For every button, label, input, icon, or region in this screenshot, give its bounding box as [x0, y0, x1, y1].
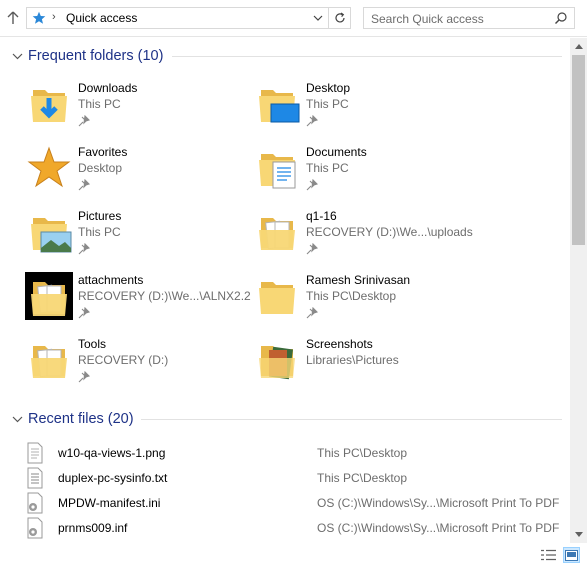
folder-name: q1-16 — [306, 209, 337, 223]
folder-name: Pictures — [78, 209, 122, 223]
frequent-folders-header[interactable]: Frequent folders (10) — [12, 46, 163, 66]
folder-name: Favorites — [78, 145, 128, 159]
recent-files-header[interactable]: Recent files (20) — [12, 409, 134, 429]
collapse-chevron-icon[interactable] — [12, 50, 24, 62]
folder-tile-downloads[interactable]: Downloads This PC — [25, 80, 250, 136]
folder-path: RECOVERY (D:) — [78, 353, 169, 367]
pin-icon — [78, 179, 90, 191]
folder-path: This PC — [306, 161, 349, 175]
downloads-folder-icon — [31, 90, 67, 122]
content-pane: Frequent folders (10) Downloads This PC … — [0, 38, 570, 543]
folder-path: RECOVERY (D:)\We...\ALNX2.2 — [78, 289, 251, 303]
text-file-icon — [27, 467, 43, 489]
pin-icon — [78, 115, 90, 127]
status-bar — [0, 543, 587, 567]
settings-file-icon — [27, 517, 43, 539]
file-name: MPDW-manifest.ini — [58, 496, 161, 510]
documents-folder-icon — [259, 154, 296, 189]
breadcrumb-location[interactable]: Quick access — [66, 11, 137, 25]
folder-name: Ramesh Srinivasan — [306, 273, 411, 287]
pin-icon — [78, 307, 90, 319]
folder-name: Tools — [78, 337, 107, 351]
refresh-button[interactable] — [329, 7, 351, 29]
file-location: This PC\Desktop — [317, 471, 408, 485]
folder-path: This PC — [78, 225, 121, 239]
quick-access-star-icon — [32, 11, 46, 24]
folder-name: Downloads — [78, 81, 138, 95]
file-location: This PC\Desktop — [317, 446, 408, 460]
folder-tile-attachments[interactable]: attachments RECOVERY (D:)\We...\ALNX2.2 — [25, 272, 251, 328]
folder-icon — [259, 282, 295, 314]
address-dropdown-icon[interactable] — [310, 10, 326, 26]
search-input[interactable] — [371, 11, 546, 26]
folder-path: RECOVERY (D:)\We...\uploads — [306, 225, 473, 239]
search-icon[interactable] — [554, 11, 568, 25]
folder-path: This PC — [78, 97, 121, 111]
folder-tile-pictures[interactable]: Pictures This PC — [25, 208, 250, 264]
folder-tile-screenshots[interactable]: Screenshots Libraries\Pictures — [253, 336, 478, 392]
folder-tile-ramesh-srinivasan[interactable]: Ramesh Srinivasan This PC\Desktop — [253, 272, 478, 328]
folder-tile-documents[interactable]: Documents This PC — [253, 144, 478, 200]
desktop-folder-icon — [259, 90, 300, 123]
folder-icon — [259, 346, 295, 380]
up-arrow-icon[interactable] — [4, 8, 22, 28]
file-name: w10-qa-views-1.png — [58, 446, 166, 460]
pin-icon — [78, 243, 90, 255]
group-title: Recent files (20) — [28, 411, 134, 427]
folder-icon — [25, 272, 73, 320]
pin-icon — [306, 179, 318, 191]
pictures-folder-icon — [31, 218, 72, 253]
file-row[interactable]: MPDW-manifest.ini OS (C:)\Windows\Sy...\… — [22, 491, 567, 516]
group-divider — [172, 56, 562, 57]
file-row[interactable]: w10-qa-views-1.png This PC\Desktop — [22, 441, 567, 466]
favorites-star-icon — [27, 146, 71, 188]
collapse-chevron-icon[interactable] — [12, 413, 24, 425]
file-name: duplex-pc-sysinfo.txt — [58, 471, 168, 485]
image-file-icon — [27, 442, 43, 464]
search-box[interactable] — [363, 7, 575, 29]
folder-icon — [31, 346, 67, 378]
folder-tile-tools[interactable]: Tools RECOVERY (D:) — [25, 336, 250, 392]
file-row[interactable]: duplex-pc-sysinfo.txt This PC\Desktop — [22, 466, 567, 491]
scroll-up-arrow-icon[interactable] — [570, 38, 587, 55]
folder-path: This PC\Desktop — [306, 289, 397, 303]
scroll-thumb[interactable] — [572, 55, 585, 245]
address-bar[interactable]: › Quick access — [26, 7, 329, 29]
navigation-bar: › Quick access — [0, 0, 587, 37]
folder-name: Screenshots — [306, 337, 373, 351]
pin-icon — [306, 307, 318, 319]
details-view-icon[interactable] — [540, 547, 557, 563]
folder-name: attachments — [78, 273, 144, 287]
settings-file-icon — [27, 492, 43, 514]
group-divider — [141, 419, 562, 420]
folder-tile-desktop[interactable]: Desktop This PC — [253, 80, 478, 136]
folder-name: Desktop — [306, 81, 351, 95]
pin-icon — [306, 115, 318, 127]
file-name: prnms009.inf — [58, 521, 128, 535]
folder-path: This PC — [306, 97, 349, 111]
file-location: OS (C:)\Windows\Sy...\Microsoft Print To… — [317, 496, 560, 510]
large-icons-view-icon[interactable] — [563, 547, 580, 563]
file-location: OS (C:)\Windows\Sy...\Microsoft Print To… — [317, 521, 560, 535]
refresh-icon — [334, 12, 345, 23]
folder-tile-favorites[interactable]: Favorites Desktop — [25, 144, 250, 200]
folder-icon — [259, 218, 295, 250]
vertical-scrollbar[interactable] — [570, 38, 587, 543]
breadcrumb-chevron-icon: › — [52, 11, 56, 23]
pin-icon — [306, 243, 318, 255]
folder-name: Documents — [306, 145, 367, 159]
file-row[interactable]: prnms009.inf OS (C:)\Windows\Sy...\Micro… — [22, 516, 567, 541]
folder-path: Libraries\Pictures — [306, 353, 399, 367]
group-title: Frequent folders (10) — [28, 48, 164, 64]
pin-icon — [78, 371, 90, 383]
scroll-down-arrow-icon[interactable] — [570, 526, 587, 543]
folder-tile-q1-16[interactable]: q1-16 RECOVERY (D:)\We...\uploads — [253, 208, 478, 264]
folder-path: Desktop — [78, 161, 123, 175]
